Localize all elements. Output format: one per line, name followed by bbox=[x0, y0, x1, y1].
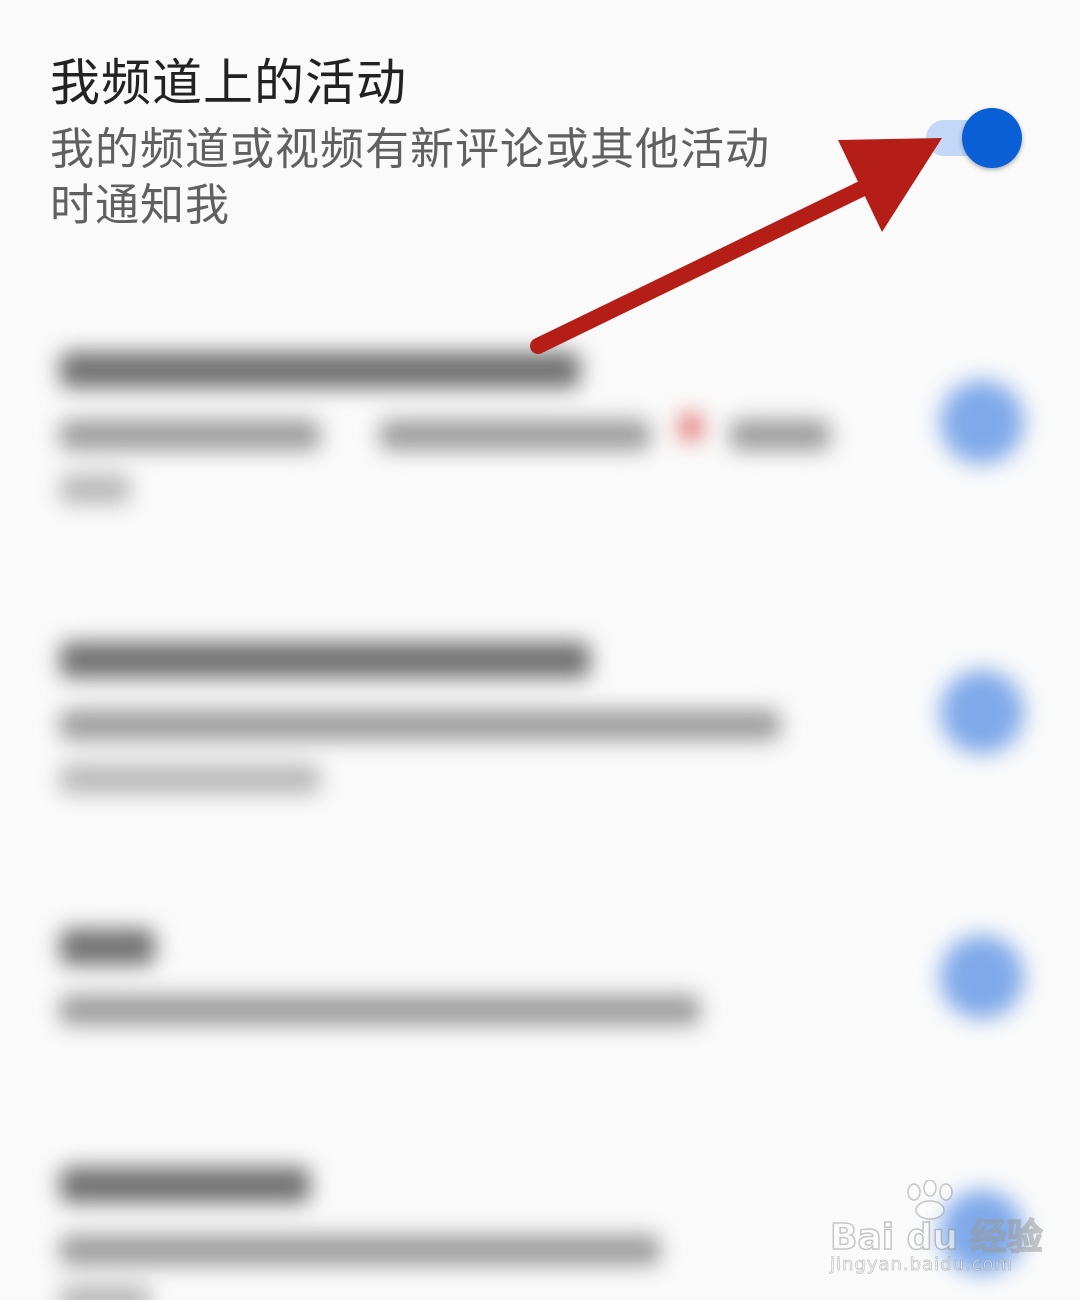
baidu-jingyan-watermark: Bai du 经验 jingyan.baidu.com bbox=[820, 1180, 1060, 1280]
blurred-text bbox=[60, 1285, 150, 1300]
blurred-emoji bbox=[680, 414, 702, 440]
blurred-toggle[interactable] bbox=[940, 935, 1024, 1019]
watermark-brand: Bai du 经验 bbox=[829, 1216, 1043, 1259]
blurred-text bbox=[60, 995, 700, 1025]
blurred-settings-list bbox=[0, 250, 1080, 1300]
blurred-text bbox=[60, 474, 130, 504]
blurred-title bbox=[60, 1167, 310, 1203]
blurred-text bbox=[60, 764, 320, 794]
blurred-title bbox=[60, 642, 590, 678]
blurred-text bbox=[60, 1235, 660, 1265]
blurred-title bbox=[60, 352, 580, 388]
setting-title: 我频道上的活动 bbox=[50, 54, 407, 112]
blurred-title bbox=[60, 929, 155, 965]
setting-row-channel-activity[interactable]: 我频道上的活动 我的频道或视频有新评论或其他活动时通知我 bbox=[0, 0, 1080, 250]
toggle-knob bbox=[962, 108, 1022, 168]
blurred-toggle[interactable] bbox=[940, 670, 1024, 754]
blurred-text bbox=[60, 710, 780, 740]
blurred-toggle[interactable] bbox=[940, 380, 1024, 464]
setting-description: 我的频道或视频有新评论或其他活动时通知我 bbox=[50, 124, 770, 231]
notification-settings-page: 我频道上的活动 我的频道或视频有新评论或其他活动时通知我 Bai du 经验 j… bbox=[0, 0, 1080, 1300]
blurred-text bbox=[60, 420, 320, 450]
blurred-text bbox=[380, 420, 650, 450]
channel-activity-toggle[interactable] bbox=[920, 108, 1024, 168]
blurred-text bbox=[730, 420, 830, 450]
watermark-url: jingyan.baidu.com bbox=[830, 1254, 1014, 1276]
